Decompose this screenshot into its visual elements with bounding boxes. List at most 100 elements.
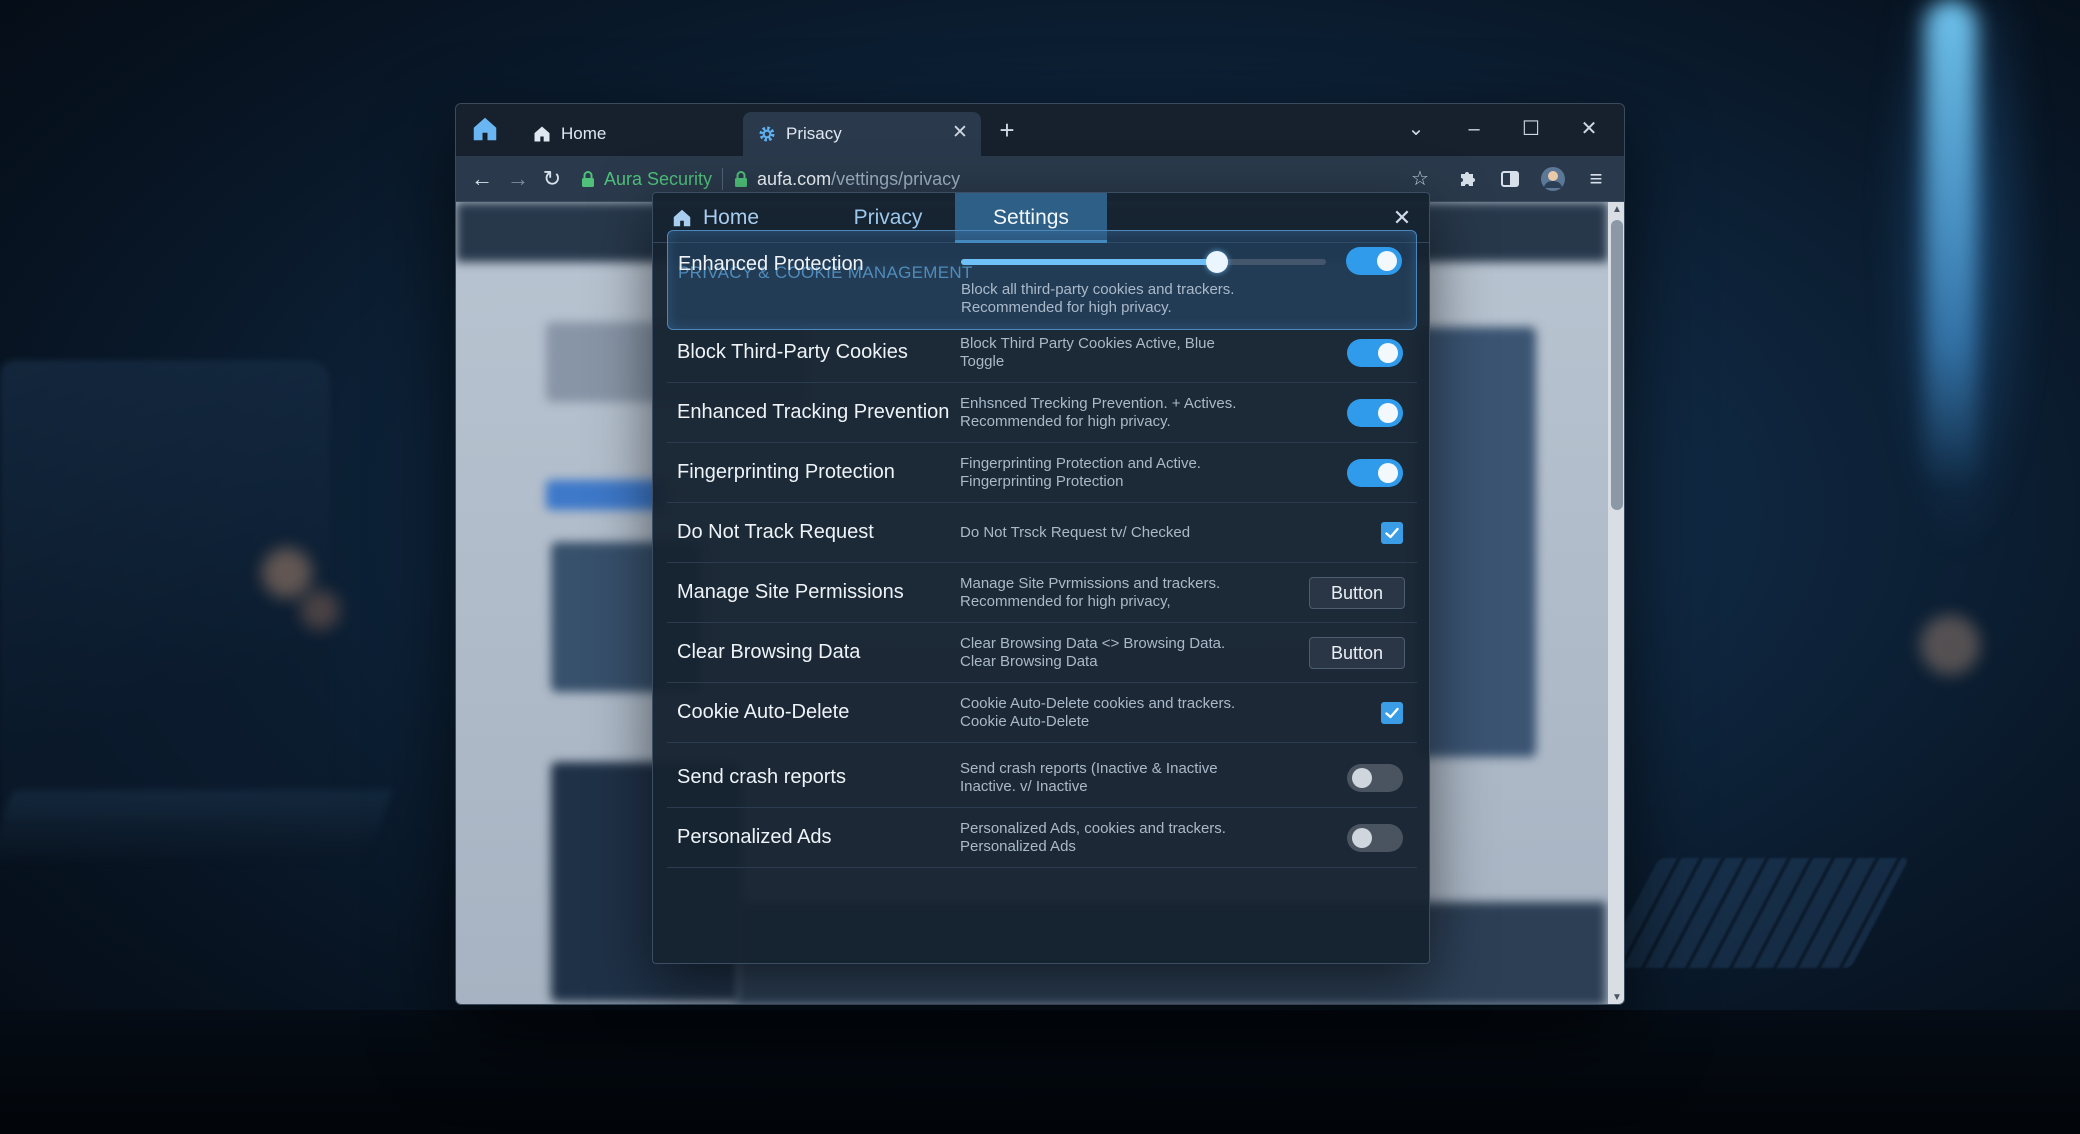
background-laptop-base [0, 790, 393, 860]
toggle-switch[interactable] [1347, 459, 1403, 487]
setting-description: Block Third Party Cookies Active, Blue To… [960, 335, 1290, 371]
toggle-knob [1378, 343, 1398, 363]
setting-row: Manage Site Permissions Manage Site Pvrmi… [667, 563, 1417, 623]
setting-row: Fingerprinting Protection Fingerprinting … [667, 443, 1417, 503]
description-line: Block Third Party Cookies Active, Blue [960, 335, 1215, 352]
chevron-down-icon[interactable]: ⌄ [1398, 114, 1434, 144]
setting-label: Send crash reports [677, 766, 846, 788]
checkbox[interactable] [1381, 522, 1403, 544]
check-icon [1385, 527, 1399, 539]
scrollbar[interactable]: ▲ ▼ [1608, 202, 1624, 1004]
setting-description: Clear Browsing Data <> Browsing Data. Cle… [960, 635, 1290, 671]
minimize-button[interactable]: – [1456, 114, 1492, 144]
toggle-knob [1378, 463, 1398, 483]
background-desk [0, 1010, 2080, 1134]
gear-icon [759, 126, 775, 142]
description-line: Personalized Ads, cookies and trackers. [960, 820, 1226, 837]
scroll-down-icon[interactable]: ▼ [1608, 990, 1624, 1004]
tab-label: Home [561, 124, 607, 143]
blurred-page-button [546, 480, 666, 510]
sidepanel-icon[interactable] [1496, 165, 1524, 193]
description-line: Send crash reports (Inactive & Inactive [960, 760, 1218, 777]
toggle-knob [1378, 403, 1398, 423]
security-label: Aura Security [604, 168, 713, 189]
toggle-switch[interactable] [1347, 764, 1403, 792]
setting-label: Block Third-Party Cookies [677, 341, 908, 363]
arrow-right-icon[interactable]: → [504, 165, 532, 193]
toggle-switch[interactable] [1347, 339, 1403, 367]
tab-privacy[interactable]: Prisacy ✕ [743, 112, 981, 156]
setting-description: Manage Site Pvrmissions and trackers. Rec… [960, 575, 1290, 611]
maximize-button[interactable]: ☐ [1513, 114, 1549, 144]
check-icon [1385, 707, 1399, 719]
setting-action-button[interactable]: Button [1309, 637, 1405, 669]
toggle-knob [1352, 828, 1372, 848]
url-host: aufa.com [757, 168, 832, 189]
setting-description: Send crash reports (Inactive & Inactive I… [960, 760, 1290, 796]
description-line: Block all third-party cookies and tracke… [961, 281, 1235, 298]
toggle-knob [1377, 251, 1397, 271]
scroll-up-icon[interactable]: ▲ [1608, 202, 1624, 218]
slider-thumb[interactable] [1205, 251, 1228, 273]
scroll-thumb[interactable] [1611, 220, 1623, 510]
description-line: Fingerprinting Protection [960, 473, 1124, 490]
description-line: Enhsnced Trecking Prevention. + Actives. [960, 395, 1237, 412]
reload-icon[interactable]: ↻ [538, 165, 566, 193]
toggle-switch[interactable] [1347, 824, 1403, 852]
blurred-page-sidebar [1416, 327, 1536, 757]
description-line: Do Not Trsck Request tv/ Checked [960, 524, 1191, 541]
background-keyboard [1600, 858, 1910, 968]
description-line: Cookie Auto-Delete cookies and trackers. [960, 695, 1236, 712]
toggle-switch[interactable] [1346, 247, 1402, 275]
settings-panel: Home Privacy Settings ✕ PRIVACY & COOKIE… [652, 192, 1430, 964]
description-line: Recommended for high privacy. [961, 299, 1172, 316]
tab-home[interactable]: Home [518, 112, 738, 156]
slider-fill [961, 259, 1217, 265]
menu-icon[interactable]: ≡ [1582, 165, 1610, 193]
tab-label: Prisacy [786, 124, 842, 143]
lock-icon [735, 171, 748, 187]
arrow-left-icon[interactable]: ← [468, 165, 496, 193]
new-tab-button[interactable]: + [994, 117, 1020, 144]
close-icon[interactable]: ✕ [1389, 205, 1415, 231]
checkbox[interactable] [1381, 702, 1403, 724]
description-line: Fingerprinting Protection and Active. [960, 455, 1201, 472]
close-icon[interactable]: ✕ [949, 122, 971, 144]
setting-action-button[interactable]: Button [1309, 577, 1405, 609]
toggle-switch[interactable] [1347, 399, 1403, 427]
window-close-button[interactable]: ✕ [1571, 114, 1607, 144]
description-line: Clear Browsing Data <> Browsing Data. [960, 635, 1226, 652]
setting-label: Do Not Track Request [677, 521, 874, 543]
setting-row: Block Third-Party Cookies Block Third Par… [667, 323, 1417, 383]
divider [722, 168, 724, 190]
description-line: Manage Site Pvrmissions and trackers. [960, 575, 1221, 592]
avatar-icon[interactable] [1539, 165, 1567, 193]
setting-label: Personalized Ads [677, 826, 832, 848]
setting-row: Do Not Track Request Do Not Trsck Request… [667, 503, 1417, 563]
setting-label: Enhanced Tracking Prevention [677, 401, 950, 423]
lock-icon [582, 171, 594, 187]
setting-row: Enhanced Protection Block all third-party… [667, 230, 1417, 330]
toggle-knob [1352, 768, 1372, 788]
setting-row: Personalized Ads Personalized Ads, cookie… [667, 808, 1417, 868]
protection-slider[interactable] [961, 251, 1326, 273]
setting-label: Manage Site Permissions [677, 581, 904, 603]
setting-row: Enhanced Tracking Prevention Enhsnced Tre… [667, 383, 1417, 443]
setting-label: Clear Browsing Data [677, 641, 861, 663]
star-icon[interactable]: ☆ [1406, 165, 1434, 193]
description-line: Recommended for high privacy, [960, 593, 1171, 610]
description-line: Personalized Ads [960, 838, 1076, 855]
home-icon [534, 126, 550, 142]
puzzle-icon[interactable] [1453, 165, 1481, 193]
description-line: Recommended for high privacy. [960, 413, 1171, 430]
background-bokeh [1920, 615, 1980, 675]
home-icon[interactable] [470, 114, 500, 144]
url-path: /vettings/privacy [831, 168, 961, 189]
background-bokeh [262, 548, 312, 598]
background-light-strip [1925, 0, 1977, 490]
setting-description: Block all third-party cookies and tracke… [961, 281, 1291, 317]
setting-description: Fingerprinting Protection and Active. Fin… [960, 455, 1290, 491]
background-bokeh [300, 590, 340, 630]
home-icon [673, 209, 691, 227]
setting-description: Cookie Auto-Delete cookies and trackers.… [960, 695, 1290, 731]
